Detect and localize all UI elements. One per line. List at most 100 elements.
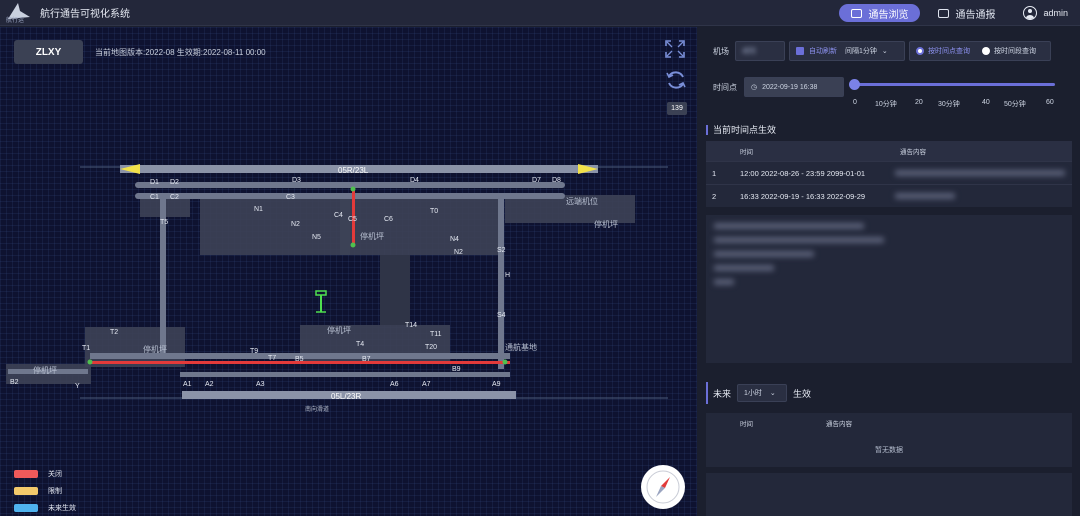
browse-notices-button[interactable]: 通告浏览 bbox=[839, 4, 921, 22]
detail-text-redacted bbox=[714, 251, 814, 257]
label-b5: B5 bbox=[295, 356, 304, 363]
row-content-redacted bbox=[895, 170, 1065, 176]
label-a1: A1 bbox=[183, 381, 192, 388]
mode-time-range-label[interactable]: 按时间段查询 bbox=[994, 46, 1036, 56]
label-t4: T4 bbox=[356, 341, 364, 348]
app-root: 航行运 航行通告可视化系统 通告浏览 通告通报 admin 05R/23L 05… bbox=[0, 0, 1080, 516]
legend-swatch-future bbox=[14, 503, 38, 512]
top-bar: 航行运 航行通告可视化系统 通告浏览 通告通报 admin bbox=[0, 0, 1080, 26]
auto-refresh-control[interactable]: 自动刷新 间隔1分钟 ⌄ bbox=[789, 41, 905, 61]
legend-label-future: 未来生效 bbox=[48, 504, 76, 512]
refresh-interval-value[interactable]: 间隔1分钟 bbox=[845, 46, 877, 56]
label-a2: A2 bbox=[205, 381, 214, 388]
taxiway-d[interactable] bbox=[135, 182, 565, 188]
user-avatar-icon bbox=[1023, 6, 1038, 20]
time-point-input[interactable]: ◷ 2022-09-19 16:38 bbox=[744, 77, 844, 97]
auto-refresh-checkbox[interactable] bbox=[796, 47, 804, 55]
label-t14: T14 bbox=[405, 322, 417, 329]
slider-tick: 20 bbox=[915, 99, 923, 106]
label-d7: D7 bbox=[532, 177, 541, 184]
detail-text-redacted bbox=[714, 279, 734, 285]
radio-by-time-range[interactable] bbox=[982, 47, 990, 55]
label-d1: D1 bbox=[150, 179, 159, 186]
label-t20: T20 bbox=[425, 344, 437, 351]
label-n5: N5 bbox=[312, 234, 321, 241]
slider-tick: 0 bbox=[853, 99, 857, 106]
row-index: 1 bbox=[712, 168, 717, 178]
remote-stand-label: 远端机位 bbox=[566, 196, 598, 206]
airport-select[interactable]: 咸阳 bbox=[735, 41, 785, 61]
label-b2: B2 bbox=[10, 379, 19, 386]
current-section-title: 当前时间点生效 bbox=[706, 125, 776, 135]
zoom-level-badge: 139 bbox=[667, 102, 687, 115]
future-detail-box bbox=[706, 473, 1072, 516]
apron-label-4: 停机坪 bbox=[327, 325, 351, 335]
clock-icon: ◷ bbox=[751, 84, 758, 91]
legend-swatch-restricted bbox=[14, 486, 38, 495]
column-header-time: 时间 bbox=[740, 421, 753, 428]
table-header: 时间 通告内容 bbox=[706, 141, 1072, 161]
label-d2: D2 bbox=[170, 179, 179, 186]
label-c3: C3 bbox=[286, 194, 295, 201]
airport-map[interactable]: 05R/23L 05L/23R D1 D2 D3 D4 D7 D8 C1 C2 … bbox=[0, 27, 697, 516]
time-point-label: 时间点 bbox=[713, 82, 737, 92]
detail-text-redacted bbox=[714, 265, 774, 271]
future-range-select[interactable]: 1小时 ⌄ bbox=[737, 384, 788, 402]
legend-item-restricted: 限制 bbox=[14, 482, 76, 499]
label-c5: C5 bbox=[348, 216, 357, 223]
fullscreen-icon[interactable] bbox=[664, 39, 686, 59]
future-suffix: 生效 bbox=[793, 388, 812, 399]
user-name: admin bbox=[1043, 8, 1068, 18]
legend-item-closed: 关闭 bbox=[14, 465, 76, 482]
label-t2: T2 bbox=[110, 329, 118, 336]
slider-tick: 30分钟 bbox=[938, 101, 960, 108]
south-runway-note: 南向滑道 bbox=[305, 405, 329, 413]
compass-icon[interactable] bbox=[641, 465, 685, 509]
chevron-down-icon: ⌄ bbox=[881, 48, 888, 55]
auto-refresh-label: 自动刷新 bbox=[809, 48, 837, 55]
legend-swatch-closed bbox=[14, 469, 38, 478]
control-tower-icon bbox=[315, 290, 327, 313]
label-a7: A7 bbox=[422, 381, 431, 388]
label-t7: T7 bbox=[268, 355, 276, 362]
future-range-value: 1小时 bbox=[744, 390, 762, 397]
table-row[interactable]: 1 12:00 2022-08-26 - 23:59 2099-01-01 bbox=[706, 161, 1072, 184]
column-header-content: 通告内容 bbox=[900, 149, 926, 156]
label-a6: A6 bbox=[390, 381, 399, 388]
browse-notices-label: 通告浏览 bbox=[868, 9, 909, 21]
app-logo: 航行运 bbox=[4, 1, 34, 25]
radio-by-time-point[interactable] bbox=[916, 47, 924, 55]
report-notices-button[interactable]: 通告通报 bbox=[926, 4, 1007, 22]
label-d4: D4 bbox=[410, 177, 419, 184]
query-mode-group: 按时间点查询 按时间段查询 bbox=[909, 41, 1051, 61]
refresh-icon[interactable] bbox=[665, 69, 687, 91]
table-row[interactable]: 2 16:33 2022-09-19 - 16:33 2022-09-29 bbox=[706, 184, 1072, 207]
airport-map-canvas[interactable]: 05R/23L 05L/23R D1 D2 D3 D4 D7 D8 C1 C2 … bbox=[0, 27, 697, 516]
airport-select-value: 咸阳 bbox=[742, 48, 756, 55]
time-slider-handle[interactable] bbox=[849, 79, 860, 90]
airport-code-badge[interactable]: ZLXY bbox=[14, 40, 83, 64]
label-n4: N4 bbox=[450, 236, 459, 243]
report-notices-label: 通告通报 bbox=[955, 9, 996, 21]
runway-south-label: 05L/23R bbox=[331, 392, 361, 401]
map-version-text: 当前地图版本:2022-08 生效期:2022-08-11 00:00 bbox=[95, 48, 266, 57]
mode-time-point-label[interactable]: 按时间点查询 bbox=[928, 46, 970, 56]
legend-label-restricted: 限制 bbox=[48, 487, 62, 495]
notice-detail-box bbox=[706, 215, 1072, 363]
user-menu[interactable]: admin bbox=[1023, 6, 1068, 20]
time-slider-track[interactable] bbox=[853, 83, 1055, 86]
label-d3: D3 bbox=[292, 177, 301, 184]
label-t0: T0 bbox=[430, 208, 438, 215]
segment-end-marker bbox=[87, 359, 93, 365]
terminal-apron-west bbox=[200, 195, 350, 255]
taxiway-s[interactable] bbox=[498, 199, 504, 369]
empty-state-text: 暂无数据 bbox=[875, 447, 903, 454]
mail-icon bbox=[938, 8, 950, 18]
apron-label-2: 停机坪 bbox=[594, 219, 618, 229]
notice-panel: 机场 咸阳 自动刷新 间隔1分钟 ⌄ 按时间点查询 按时间段查询 时间点 ◷ 2… bbox=[698, 27, 1080, 516]
label-d8: D8 bbox=[552, 177, 561, 184]
taxiway-c[interactable] bbox=[135, 193, 565, 199]
label-t1: T1 bbox=[82, 345, 90, 352]
label-c6: C6 bbox=[384, 216, 393, 223]
label-n2a: N2 bbox=[291, 221, 300, 228]
